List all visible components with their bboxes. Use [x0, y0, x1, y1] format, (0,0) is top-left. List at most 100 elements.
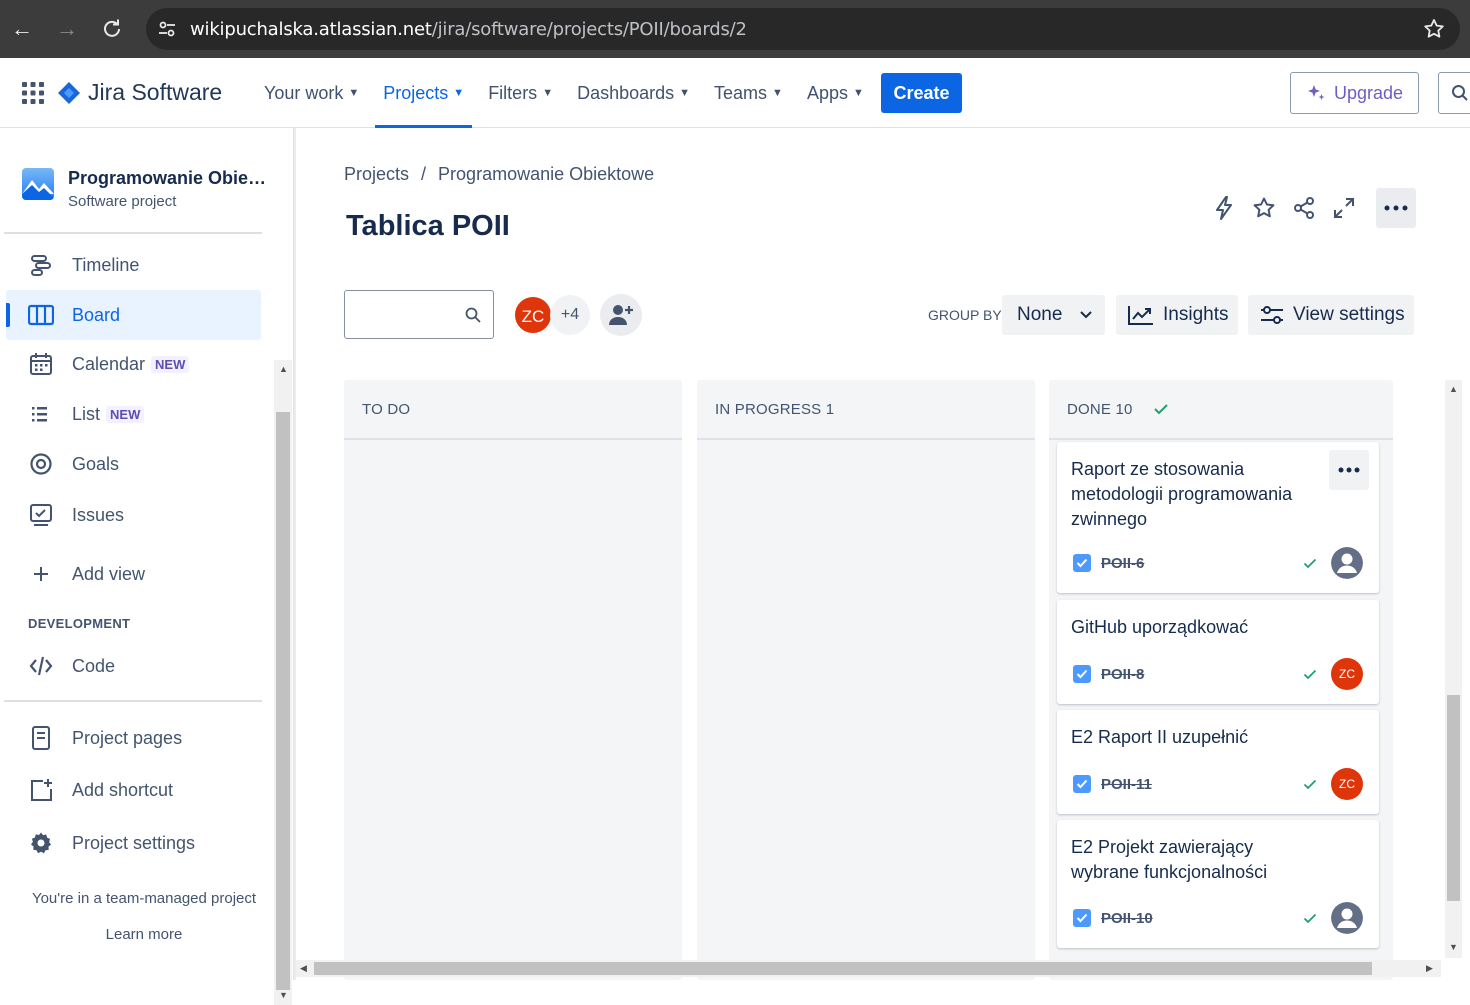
sidebar-item-code[interactable]: Code: [6, 641, 261, 691]
assignee-avatar[interactable]: ZC: [1331, 768, 1363, 800]
nav-apps[interactable]: Apps ▼: [795, 58, 876, 128]
code-icon: [28, 653, 54, 679]
fullscreen-button[interactable]: [1326, 188, 1362, 228]
nav-teams[interactable]: Teams ▼: [702, 58, 795, 128]
issue-card[interactable]: E2 Projekt zawierający wybrane funkcjona…: [1057, 820, 1379, 948]
scroll-left-arrow-icon[interactable]: ◀: [300, 963, 307, 974]
view-settings-button[interactable]: View settings: [1248, 295, 1414, 335]
column-in-progress: IN PROGRESS 1: [697, 380, 1035, 980]
share-button[interactable]: [1286, 188, 1322, 228]
add-people-button[interactable]: [600, 294, 642, 336]
global-search-button[interactable]: [1438, 72, 1470, 114]
sidebar-item-label: Add shortcut: [72, 779, 174, 800]
sidebar-scrollbar[interactable]: ▲ ▼: [274, 360, 292, 1005]
issue-card[interactable]: E2 Raport II uzupełnić POII-11 ZC: [1057, 710, 1379, 814]
app-switcher-icon[interactable]: [22, 82, 44, 104]
board-search-input[interactable]: [344, 290, 494, 339]
column-header[interactable]: TO DO: [344, 380, 682, 440]
unassigned-avatar-icon[interactable]: [1331, 902, 1363, 934]
card-title: GitHub uporządkować: [1071, 617, 1249, 637]
board-more-button[interactable]: [1376, 188, 1416, 228]
breadcrumb-projects[interactable]: Projects: [344, 164, 409, 184]
avatar[interactable]: ZC: [513, 295, 553, 335]
address-bar[interactable]: wikipuchalska.atlassian.net/jira/softwar…: [146, 8, 1460, 50]
share-icon: [1294, 197, 1314, 219]
issue-card[interactable]: GitHub uporządkować POII-8 ZC: [1057, 600, 1379, 704]
bookmark-star-icon[interactable]: [1422, 17, 1446, 41]
column-to-do: TO DO: [344, 380, 682, 980]
chevron-down-icon: ▼: [348, 87, 360, 99]
done-check-icon: [1303, 558, 1317, 568]
project-header[interactable]: Programowanie Obiekt... Software project: [22, 168, 268, 210]
sidebar-item-label: Add view: [72, 563, 146, 584]
sidebar-item-board[interactable]: Board: [6, 290, 261, 340]
task-type-icon: [1073, 554, 1091, 572]
issue-card[interactable]: Raport ze stosowania metodologii program…: [1057, 442, 1379, 593]
sidebar-item-calendar[interactable]: Calendar NEW: [6, 339, 261, 389]
insights-button[interactable]: Insights: [1116, 295, 1238, 335]
column-title: TO DO: [362, 400, 411, 418]
column-title: IN PROGRESS 1: [715, 400, 835, 418]
scroll-down-arrow-icon[interactable]: ▼: [1449, 942, 1458, 952]
nav-your-work[interactable]: Your work ▼: [252, 58, 371, 128]
nav-dashboards[interactable]: Dashboards ▼: [565, 58, 702, 128]
forward-icon[interactable]: →: [52, 14, 82, 44]
sidebar-divider: [4, 700, 262, 702]
sidebar-item-project-settings[interactable]: Project settings: [6, 818, 261, 868]
breadcrumb-project[interactable]: Programowanie Obiektowe: [438, 164, 654, 184]
new-badge: NEW: [151, 355, 190, 373]
url-path: /jira/software/projects/POII/boards/2: [431, 19, 747, 40]
assignee-avatar[interactable]: ZC: [1331, 658, 1363, 690]
chevron-down-icon: ▼: [542, 87, 554, 99]
unassigned-avatar-icon[interactable]: [1331, 547, 1363, 579]
sidebar-item-list[interactable]: List NEW: [6, 389, 261, 439]
scroll-down-arrow-icon[interactable]: ▼: [279, 990, 288, 1000]
back-icon[interactable]: ←: [7, 14, 37, 44]
sidebar-item-add-shortcut[interactable]: Add shortcut: [6, 765, 261, 815]
group-by-select[interactable]: None: [1002, 295, 1105, 335]
sidebar-item-project-pages[interactable]: Project pages: [6, 713, 261, 763]
column-header[interactable]: IN PROGRESS 1: [697, 380, 1035, 440]
sidebar-item-label: List: [72, 403, 101, 424]
issue-key[interactable]: POII-8: [1101, 666, 1144, 683]
site-info-icon[interactable]: [156, 18, 178, 40]
sidebar-item-issues[interactable]: Issues: [6, 490, 261, 540]
plus-icon: [28, 561, 54, 587]
automation-button[interactable]: [1206, 188, 1242, 228]
chevron-down-icon: ▼: [453, 87, 465, 99]
board-horizontal-scrollbar[interactable]: ◀ ▶: [296, 960, 1441, 977]
upgrade-button[interactable]: Upgrade: [1290, 72, 1419, 114]
learn-more-link[interactable]: Learn more: [0, 926, 288, 943]
scroll-up-arrow-icon[interactable]: ▲: [1449, 384, 1458, 394]
task-type-icon: [1073, 775, 1091, 793]
jira-logo[interactable]: Jira Software: [58, 79, 222, 106]
issue-key[interactable]: POII-6: [1101, 555, 1144, 572]
nav-label: Your work: [264, 82, 344, 103]
nav-projects[interactable]: Projects ▼: [371, 58, 476, 128]
issue-key[interactable]: POII-10: [1101, 910, 1153, 927]
create-button[interactable]: Create: [881, 73, 962, 113]
more-avatars-button[interactable]: +4: [550, 295, 590, 335]
sidebar-scroll-thumb[interactable]: [276, 412, 290, 990]
board-vertical-scrollbar[interactable]: ▲ ▼: [1445, 380, 1462, 958]
sidebar-item-label: Timeline: [72, 254, 140, 275]
reload-icon[interactable]: [97, 14, 127, 44]
done-check-icon: [1153, 404, 1168, 415]
sidebar-item-add-view[interactable]: Add view: [6, 549, 261, 599]
card-more-button[interactable]: [1329, 450, 1369, 490]
sidebar-item-label: Goals: [72, 453, 120, 474]
scroll-up-arrow-icon[interactable]: ▲: [279, 364, 288, 374]
sidebar-item-timeline[interactable]: Timeline: [6, 240, 261, 290]
nav-filters[interactable]: Filters ▼: [476, 58, 565, 128]
board-hscroll-thumb[interactable]: [314, 962, 1372, 975]
column-header[interactable]: DONE 10: [1049, 380, 1393, 440]
star-button[interactable]: [1246, 188, 1282, 228]
nav-label: Teams: [714, 82, 768, 103]
board-scroll-thumb[interactable]: [1447, 695, 1460, 901]
project-name: Programowanie Obiekt...: [68, 168, 268, 188]
scroll-right-arrow-icon[interactable]: ▶: [1426, 963, 1433, 974]
issue-key[interactable]: POII-11: [1101, 776, 1152, 793]
sidebar-item-goals[interactable]: Goals: [6, 439, 261, 489]
calendar-icon: [28, 351, 54, 377]
insights-label: Insights: [1163, 304, 1229, 325]
